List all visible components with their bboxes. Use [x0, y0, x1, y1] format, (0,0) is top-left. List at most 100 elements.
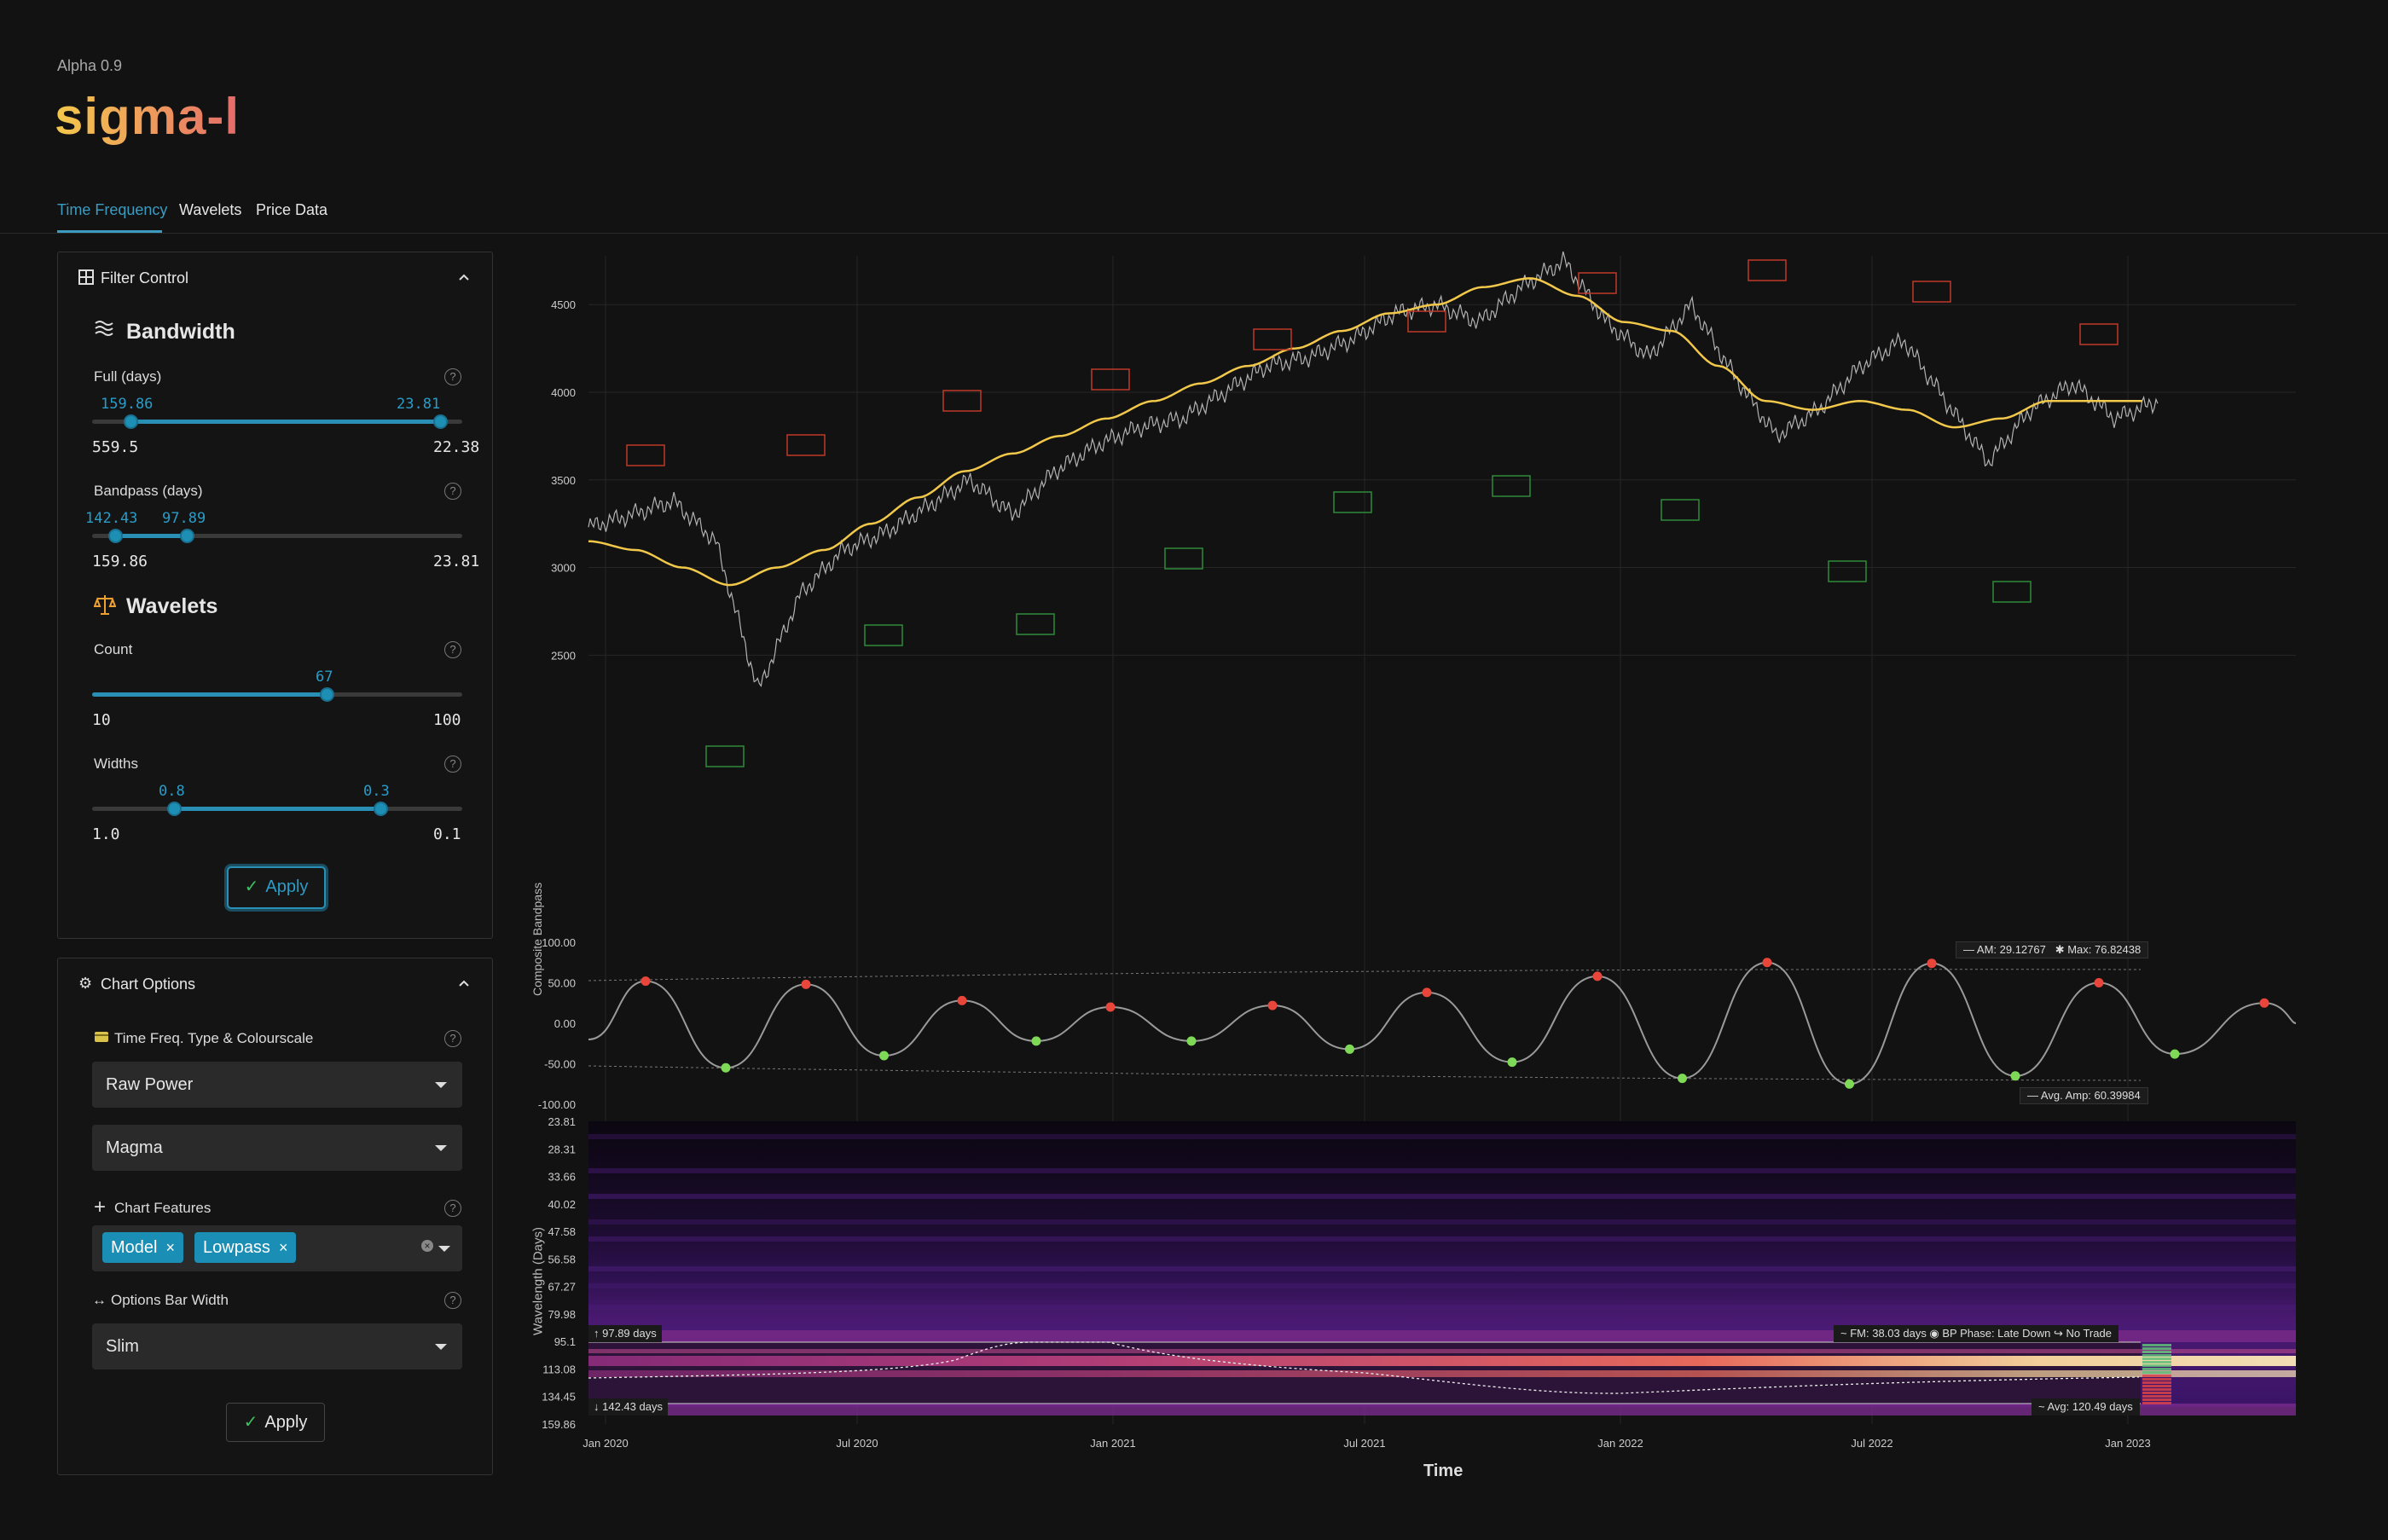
filter-control-title: Filter Control	[101, 269, 189, 287]
tf-y-tick-label: 159.86	[542, 1418, 576, 1431]
bandpass-y-tick-label: 0.00	[554, 1017, 576, 1030]
options-bar-segment	[2142, 1354, 2171, 1357]
bandwidth-title: Bandwidth	[126, 320, 235, 344]
apply-filter-label: Apply	[265, 877, 309, 896]
chevron-down-icon	[438, 1246, 450, 1252]
bandpass-y-axis-label: Composite Bandpass	[530, 882, 544, 996]
count-slider[interactable]	[92, 687, 462, 702]
tf-y-tick-label: 113.08	[542, 1363, 576, 1375]
options-bar-segment	[2142, 1347, 2171, 1350]
help-icon[interactable]: ?	[444, 1200, 461, 1217]
bandpass-y-tick-label: -100.00	[538, 1098, 576, 1111]
price-panel-y-axis: 4500 4000 3500 3000 2500	[551, 298, 576, 662]
slider-handle[interactable]	[320, 687, 334, 702]
help-icon[interactable]: ?	[444, 483, 461, 500]
chevron-up-icon[interactable]	[458, 974, 470, 992]
tf-secondary-band	[588, 1349, 2296, 1353]
price-panel-series	[588, 251, 2159, 767]
full-high-value: 23.81	[397, 396, 441, 413]
peak-point	[801, 979, 811, 989]
slider-handle[interactable]	[108, 529, 123, 543]
version-label: Alpha 0.9	[57, 57, 123, 74]
help-icon[interactable]: ?	[444, 1292, 461, 1309]
slider-handle[interactable]	[433, 414, 448, 429]
peak-marker-box	[1748, 259, 1787, 281]
colourscale-select[interactable]: Magma	[92, 1125, 462, 1171]
trough-marker-box	[1992, 581, 2032, 603]
peak-point	[1592, 971, 1603, 981]
trough-marker-box	[1828, 560, 1867, 582]
tag-label: Model	[111, 1238, 158, 1257]
slider-handle[interactable]	[180, 529, 194, 543]
price-y-tick-label: 3500	[551, 474, 576, 487]
x-tick-label: Jan 2022	[1597, 1437, 1643, 1450]
trough-point	[2170, 1049, 2180, 1059]
bandpass-max-label: 23.81	[433, 553, 480, 570]
clear-icon[interactable]: ×	[421, 1240, 433, 1252]
tf-heatmap-stripe	[588, 1236, 2296, 1242]
trough-point	[879, 1051, 889, 1061]
tf-y-tick-label: 28.31	[548, 1143, 576, 1155]
feature-tag-model[interactable]: Model ×	[102, 1232, 183, 1263]
tf-y-axis-label: Wavelength (Days)	[530, 1227, 546, 1335]
slider-handle[interactable]	[167, 802, 182, 816]
help-icon[interactable]: ?	[444, 641, 461, 658]
apply-chart-options-button[interactable]: ✓ Apply	[226, 1403, 325, 1442]
remove-icon[interactable]: ×	[165, 1239, 175, 1256]
slider-handle[interactable]	[124, 414, 138, 429]
tab-wavelets[interactable]: Wavelets	[179, 201, 241, 219]
tf-heatmap-stripe	[588, 1266, 2296, 1271]
tf-heatmap-stripe	[588, 1134, 2296, 1139]
bandpass-days-slider[interactable]	[92, 529, 462, 543]
slider-handle[interactable]	[374, 802, 388, 816]
chart-area: 4500 4000 3500 3000 2500 100.00 50.00 0.00 -50.…	[512, 247, 2388, 1501]
chart-options-panel: ⚙ Chart Options Time Freq. Type & Colour…	[57, 958, 493, 1475]
time-frequency-chart[interactable]: 4500 4000 3500 3000 2500 100.00 50.00 0.00 -50.…	[512, 247, 2388, 1501]
wavelets-title: Wavelets	[126, 594, 218, 618]
peak-point	[1762, 958, 1772, 968]
full-days-slider[interactable]	[92, 414, 462, 429]
help-icon[interactable]: ?	[444, 756, 461, 773]
max-legend: ✱	[2049, 943, 2068, 956]
options-bar-segment	[2142, 1392, 2171, 1394]
time-x-axis: Jan 2020 Jul 2020 Jan 2021 Jul 2021 Jan 2022…	[583, 1437, 2151, 1450]
widths-low-value: 0.8	[159, 783, 185, 800]
time-frequency-panel: 23.81 28.31 33.66 40.02 47.58 56.58 67.27 79.98…	[542, 1115, 2296, 1431]
filter-control-header[interactable]: Filter Control	[58, 252, 492, 304]
options-bar-segment	[2142, 1388, 2171, 1391]
amplitude-legend: — AM: 29.12767 ✱ Max: 76.82438	[1956, 941, 2149, 958]
chart-features-label: Chart Features	[114, 1200, 212, 1216]
bandpass-y-tick-label: -50.00	[544, 1058, 576, 1071]
tf-dominant-band	[588, 1356, 2296, 1366]
chevron-up-icon[interactable]	[458, 268, 470, 286]
help-icon[interactable]: ?	[444, 1030, 461, 1047]
trough-marker-box	[1016, 613, 1055, 635]
trough-point	[2010, 1071, 2020, 1081]
chart-options-header[interactable]: ⚙ Chart Options	[58, 958, 492, 1010]
widths-slider[interactable]	[92, 802, 462, 816]
price-y-tick-label: 2500	[551, 649, 576, 662]
feature-tag-lowpass[interactable]: Lowpass ×	[194, 1232, 297, 1263]
peak-point	[2259, 998, 2269, 1008]
options-bar-segment	[2142, 1395, 2171, 1398]
options-bar-segment	[2142, 1381, 2171, 1384]
help-icon[interactable]: ?	[444, 368, 461, 385]
plus-icon: +	[94, 1196, 107, 1219]
chart-features-multiselect[interactable]: Model × Lowpass × ×	[92, 1225, 462, 1271]
apply-filter-button[interactable]: ✓ Apply	[227, 866, 326, 909]
full-low-value: 159.86	[101, 396, 154, 413]
bandpass-days-label: Bandpass (days)	[94, 483, 203, 499]
count-min-label: 10	[92, 711, 111, 729]
tab-time-frequency[interactable]: Time Frequency	[57, 201, 167, 219]
tab-price-data[interactable]: Price Data	[256, 201, 327, 219]
tf-heatmap-stripe	[588, 1305, 2296, 1310]
bar-width-select[interactable]: Slim	[92, 1323, 462, 1369]
remove-icon[interactable]: ×	[279, 1239, 288, 1256]
tf-type-select[interactable]: Raw Power	[92, 1062, 462, 1108]
trough-marker-box	[1164, 547, 1203, 570]
peak-marker-box	[1407, 310, 1446, 333]
full-days-label: Full (days)	[94, 368, 162, 385]
active-tab-indicator	[57, 230, 162, 233]
max-value: Max: 76.82438	[2067, 943, 2142, 956]
x-tick-label: Jan 2023	[2105, 1437, 2151, 1450]
